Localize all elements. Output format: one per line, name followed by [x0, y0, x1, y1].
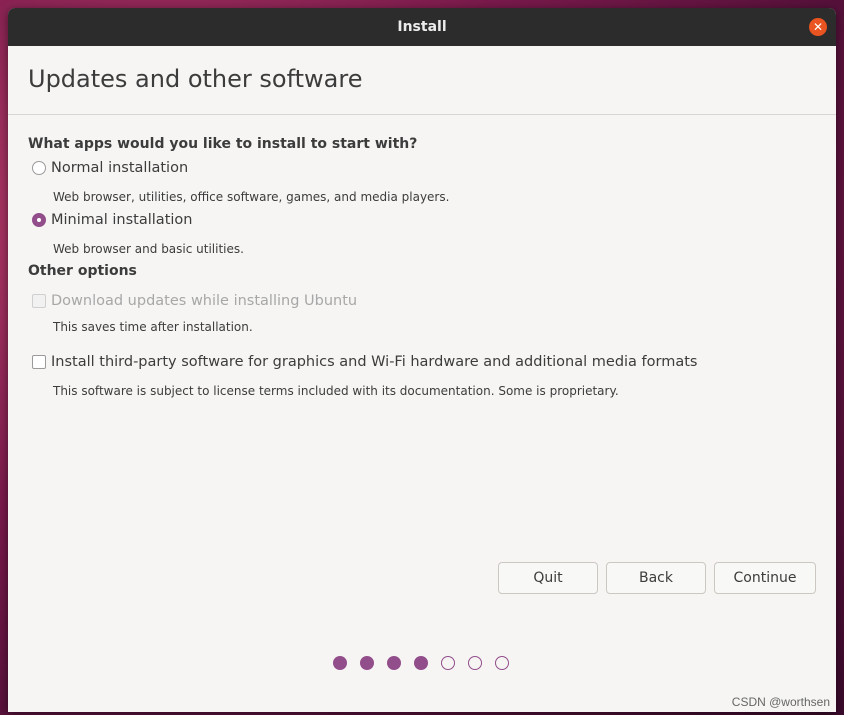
progress-dot-completed: [333, 656, 347, 670]
checkbox-unchecked-icon: [32, 355, 46, 369]
quit-button[interactable]: Quit: [498, 562, 598, 594]
step-progress-indicator: [333, 656, 522, 670]
checkbox-disabled-icon: [32, 294, 46, 308]
normal-installation-description: Web browser, utilities, office software,…: [53, 190, 450, 204]
watermark: CSDN @worthsen: [731, 695, 830, 709]
progress-dot-pending: [495, 656, 509, 670]
third-party-software-label: Install third-party software for graphic…: [51, 354, 698, 370]
page-header: Updates and other software: [8, 46, 836, 115]
progress-dot-pending: [468, 656, 482, 670]
window-title: Install: [397, 19, 447, 35]
download-updates-description: This saves time after installation.: [53, 320, 253, 334]
other-options-title: Other options: [28, 263, 137, 279]
progress-dot-completed: [387, 656, 401, 670]
download-updates-checkbox[interactable]: Download updates while installing Ubuntu: [32, 293, 357, 309]
radio-checked-icon: [32, 213, 46, 227]
progress-dot-completed: [414, 656, 428, 670]
continue-button[interactable]: Continue: [714, 562, 816, 594]
third-party-software-checkbox[interactable]: Install third-party software for graphic…: [32, 354, 697, 370]
minimal-installation-description: Web browser and basic utilities.: [53, 242, 244, 256]
third-party-software-description: This software is subject to license term…: [53, 384, 619, 398]
normal-installation-radio[interactable]: Normal installation: [32, 160, 188, 176]
download-updates-label: Download updates while installing Ubuntu: [51, 293, 358, 309]
page-title: Updates and other software: [28, 65, 363, 93]
installer-window: Install ✕ Updates and other software Wha…: [8, 8, 836, 712]
close-icon[interactable]: ✕: [809, 18, 827, 36]
progress-dot-pending: [441, 656, 455, 670]
minimal-installation-radio[interactable]: Minimal installation: [32, 212, 192, 228]
radio-unchecked-icon: [32, 161, 46, 175]
progress-dot-completed: [360, 656, 374, 670]
apps-section-title: What apps would you like to install to s…: [28, 136, 418, 152]
minimal-installation-label: Minimal installation: [51, 212, 193, 228]
back-button[interactable]: Back: [606, 562, 706, 594]
title-bar: Install ✕: [8, 8, 836, 46]
normal-installation-label: Normal installation: [51, 160, 189, 176]
